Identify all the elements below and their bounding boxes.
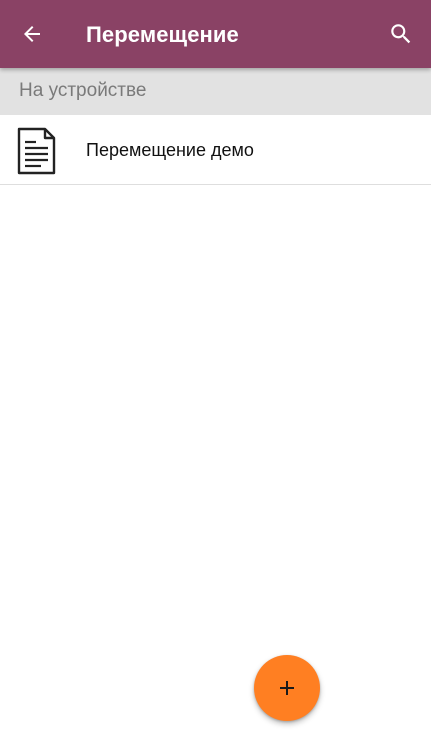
plus-icon — [280, 681, 294, 695]
document-icon — [17, 127, 56, 175]
app-bar: Перемещение — [0, 0, 431, 68]
add-button[interactable] — [254, 655, 320, 721]
arrow-back-icon — [24, 26, 40, 42]
back-button[interactable] — [12, 14, 52, 54]
list-item-label: Перемещение демо — [86, 140, 254, 160]
section-header: На устройстве — [0, 68, 431, 115]
search-button[interactable] — [381, 14, 421, 54]
page-title: Перемещение — [86, 22, 239, 47]
section-header-label: На устройстве — [19, 80, 147, 101]
search-icon — [391, 24, 411, 44]
